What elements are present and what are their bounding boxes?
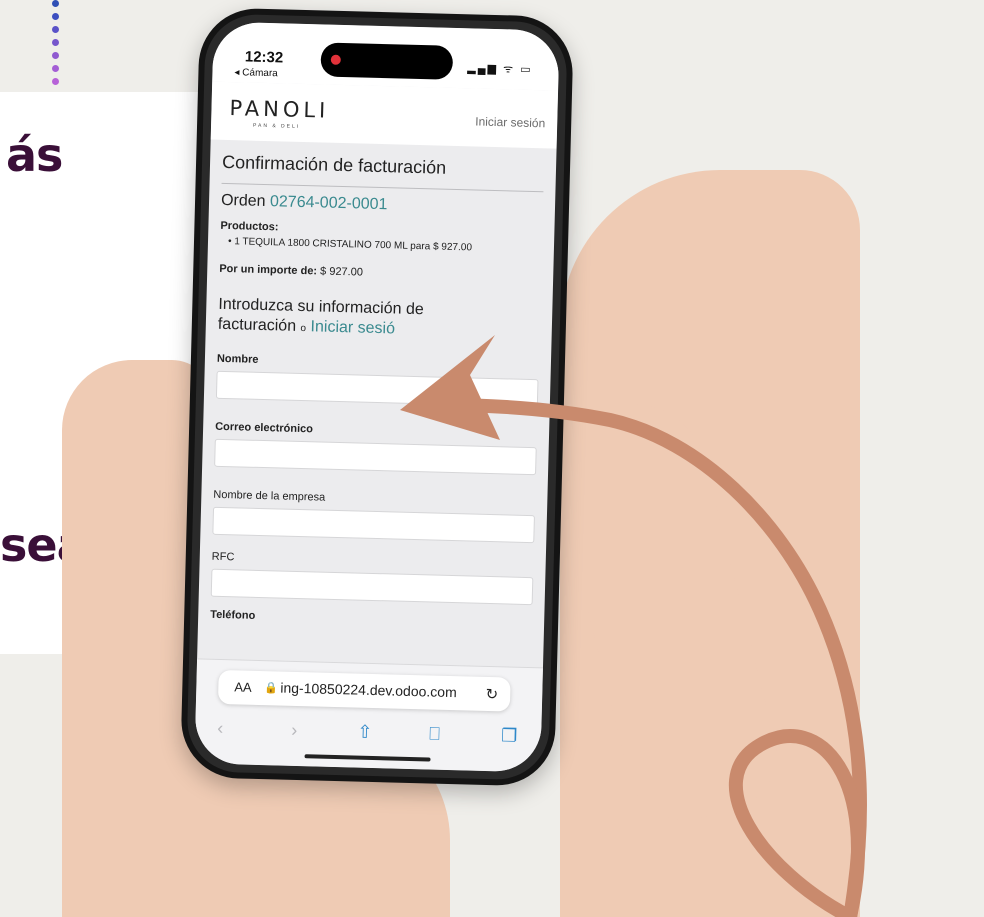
curved-arrow [400, 335, 867, 917]
arrow-head [400, 335, 500, 440]
arrow-loop [728, 729, 865, 917]
arrow-stroke [433, 398, 867, 917]
